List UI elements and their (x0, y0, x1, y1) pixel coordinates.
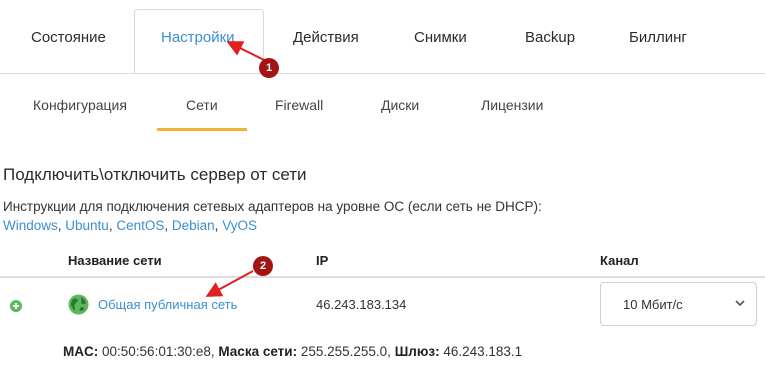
table-row: Общая публичная сеть 46.243.183.134 10 М… (0, 278, 765, 333)
link-debian[interactable]: Debian (172, 218, 215, 233)
subtab-firewall[interactable]: Firewall (275, 97, 323, 113)
main-tab-bar: Состояние Настройки Действия Снимки Back… (0, 0, 765, 75)
gateway-label: Шлюз: (394, 344, 440, 359)
link-windows[interactable]: Windows (3, 218, 58, 233)
tab-settings[interactable]: Настройки (161, 29, 235, 46)
active-subtab-underline (157, 128, 247, 131)
channel-select[interactable]: 10 Мбит/с (600, 282, 757, 326)
instructions-text: Инструкции для подключения сетевых адапт… (3, 199, 542, 214)
network-table-header: Название сети IP Канал (0, 253, 765, 277)
mac-label: MAC: (63, 344, 99, 359)
subtab-networks[interactable]: Сети (186, 97, 218, 113)
header-ip: IP (316, 253, 329, 268)
mask-label: Маска сети: (218, 344, 298, 359)
annotation-badge-2: 2 (253, 256, 273, 276)
section-title: Подключить\отключить сервер от сети (3, 165, 307, 184)
annotation-badge-1: 1 (259, 58, 279, 78)
channel-select-value: 10 Мбит/с (623, 297, 683, 312)
add-circle-icon[interactable] (10, 300, 22, 312)
header-network-name: Название сети (68, 253, 162, 268)
header-channel: Канал (600, 253, 639, 268)
tab-divider (0, 73, 765, 74)
chevron-down-icon (735, 300, 745, 307)
gateway-value: 46.243.183.1 (443, 344, 523, 359)
tab-status[interactable]: Состояние (31, 29, 106, 46)
network-name-link[interactable]: Общая публичная сеть (98, 297, 237, 312)
subtab-licenses[interactable]: Лицензии (481, 97, 543, 113)
mac-value: 00:50:56:01:30:e8, (102, 344, 215, 359)
os-instruction-links: Windows, Ubuntu, CentOS, Debian, VyOS (3, 218, 257, 233)
ip-address: 46.243.183.134 (316, 297, 407, 312)
mask-value: 255.255.255.0, (300, 344, 391, 359)
tab-actions[interactable]: Действия (293, 29, 359, 46)
subtab-disks[interactable]: Диски (381, 97, 419, 113)
globe-icon (68, 294, 89, 315)
sub-tab-bar: Конфигурация Сети Firewall Диски Лицензи… (0, 90, 765, 135)
tab-billing[interactable]: Биллинг (629, 29, 687, 46)
link-ubuntu[interactable]: Ubuntu (65, 218, 109, 233)
link-centos[interactable]: CentOS (116, 218, 164, 233)
tab-snapshots[interactable]: Снимки (414, 29, 467, 46)
subtab-configuration[interactable]: Конфигурация (33, 97, 127, 113)
tab-backup[interactable]: Backup (525, 29, 575, 46)
link-separator: , (164, 218, 172, 233)
link-vyos[interactable]: VyOS (222, 218, 257, 233)
network-details: MAC: 00:50:56:01:30:e8, Маска сети: 255.… (63, 344, 522, 359)
